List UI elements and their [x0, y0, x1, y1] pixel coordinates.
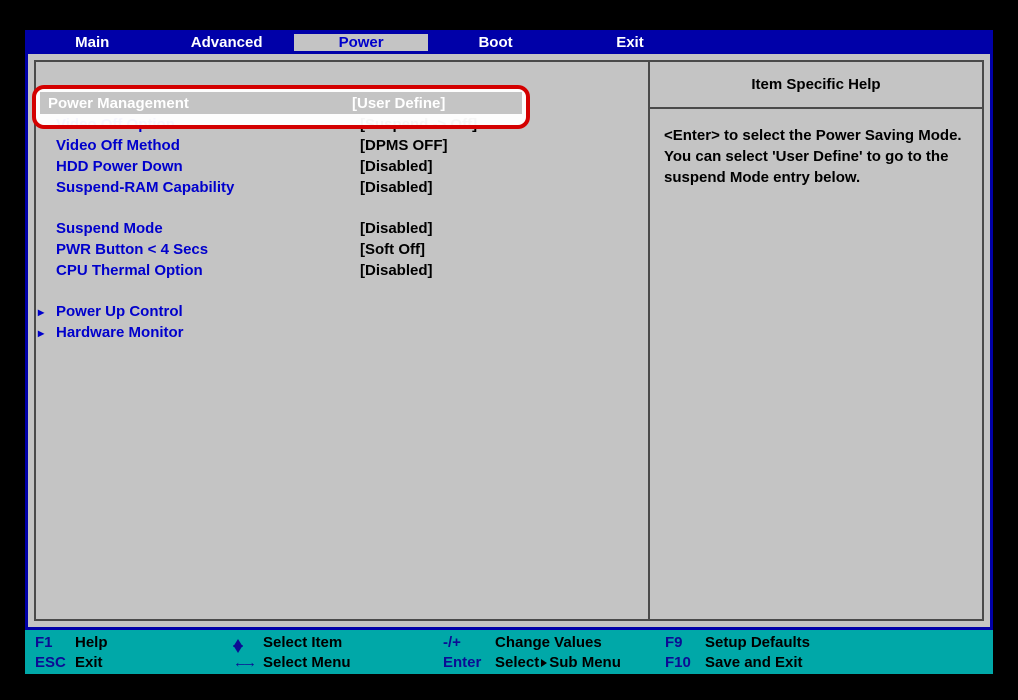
bios-window: Main Advanced Power Boot Exit Power Mana…	[0, 0, 1018, 700]
footer-row-1: F1 Help Select Item -/+ Change Values F9…	[29, 632, 989, 652]
setting-video-off-method[interactable]: Video Off Method [DPMS OFF]	[48, 135, 636, 156]
setting-value: [Disabled]	[360, 262, 433, 279]
updown-arrow-icon	[233, 634, 263, 651]
setting-hdd-power-down[interactable]: HDD Power Down [Disabled]	[48, 156, 636, 177]
footer-label-save-exit: Save and Exit	[705, 654, 803, 671]
setting-value: [Disabled]	[360, 179, 433, 196]
footer-row-2: ESC Exit Select Menu Enter Select Sub Men…	[29, 652, 989, 672]
footer-bar: F1 Help Select Item -/+ Change Values F9…	[25, 630, 993, 674]
help-panel: Item Specific Help <Enter> to select the…	[648, 60, 984, 621]
footer-label-change-values: Change Values	[495, 634, 665, 651]
setting-value: [Soft Off]	[360, 241, 425, 258]
setting-label: Video Off Method	[48, 137, 360, 154]
tab-bar: Main Advanced Power Boot Exit	[25, 30, 993, 54]
setting-value: [DPMS OFF]	[360, 137, 448, 154]
right-triangle-icon	[541, 659, 547, 667]
setting-suspend-ram-capability[interactable]: Suspend-RAM Capability [Disabled]	[48, 177, 636, 198]
footer-key-f9: F9	[665, 634, 705, 651]
setting-video-off-option[interactable]: Video Off Option [Suspend -> Off]	[48, 114, 636, 135]
footer-key-f1: F1	[29, 634, 75, 651]
footer-sub-a: Select	[495, 654, 539, 671]
footer-key-plusminus: -/+	[443, 634, 495, 651]
setting-value: [Suspend -> Off]	[360, 116, 477, 133]
footer-key-f10: F10	[665, 654, 705, 671]
tab-power[interactable]: Power	[294, 34, 428, 51]
submenu-label: Power Up Control	[56, 303, 183, 320]
setting-label: Video Off Option	[48, 116, 360, 133]
footer-label-select-menu: Select Menu	[263, 654, 443, 671]
setting-label: Power Management	[40, 95, 352, 112]
help-title: Item Specific Help	[650, 62, 982, 109]
content-area: Power Management [User Define] Video Off…	[25, 54, 993, 630]
submenu-label: Hardware Monitor	[56, 324, 184, 341]
footer-key-enter: Enter	[443, 654, 495, 671]
tab-exit[interactable]: Exit	[563, 34, 697, 51]
setting-suspend-mode[interactable]: Suspend Mode [Disabled]	[48, 218, 636, 239]
setting-power-management[interactable]: Power Management [User Define]	[40, 92, 522, 114]
setting-label: Suspend-RAM Capability	[48, 179, 360, 196]
submenu-hardware-monitor[interactable]: ▸ Hardware Monitor	[48, 322, 636, 343]
submenu-arrow-icon: ▸	[38, 326, 46, 340]
setting-label: Suspend Mode	[48, 220, 360, 237]
submenu-power-up-control[interactable]: ▸ Power Up Control	[48, 301, 636, 322]
submenu-arrow-icon: ▸	[38, 305, 46, 319]
main-panel: Power Management [User Define] Video Off…	[34, 60, 648, 621]
footer-key-esc: ESC	[29, 654, 75, 671]
footer-label-select-submenu: Select Sub Menu	[495, 654, 665, 671]
setting-label: CPU Thermal Option	[48, 262, 360, 279]
footer-label-help: Help	[75, 634, 233, 651]
footer-label-setup-defaults: Setup Defaults	[705, 634, 810, 651]
setting-pwr-button[interactable]: PWR Button < 4 Secs [Soft Off]	[48, 239, 636, 260]
setting-value: [Disabled]	[360, 158, 433, 175]
footer-label-exit: Exit	[75, 654, 233, 671]
tab-main[interactable]: Main	[25, 34, 159, 51]
setting-value: [User Define]	[352, 95, 445, 112]
leftright-arrow-icon	[233, 654, 263, 671]
setting-label: HDD Power Down	[48, 158, 360, 175]
setting-label: PWR Button < 4 Secs	[48, 241, 360, 258]
footer-label-select-item: Select Item	[263, 634, 443, 651]
tab-boot[interactable]: Boot	[428, 34, 562, 51]
footer-sub-b: Sub Menu	[549, 654, 621, 671]
tab-advanced[interactable]: Advanced	[159, 34, 293, 51]
help-text: <Enter> to select the Power Saving Mode.…	[650, 109, 982, 204]
setting-cpu-thermal-option[interactable]: CPU Thermal Option [Disabled]	[48, 260, 636, 281]
setting-value: [Disabled]	[360, 220, 433, 237]
